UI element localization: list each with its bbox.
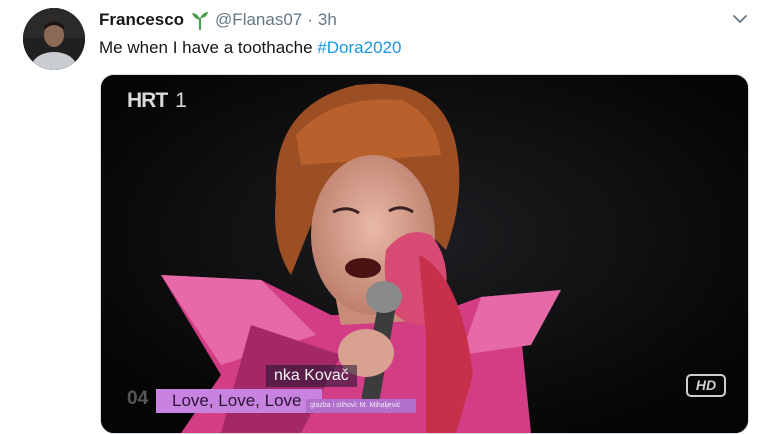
tweet-header: Francesco @Flanas07 · 3h — [99, 9, 337, 31]
avatar[interactable] — [23, 8, 85, 70]
channel-number: 1 — [175, 89, 187, 112]
tweet-card[interactable]: Francesco @Flanas07 · 3h Me when I have … — [0, 0, 765, 434]
user-handle[interactable]: @Flanas07 — [215, 10, 302, 30]
hashtag-link[interactable]: #Dora2020 — [317, 38, 401, 57]
tweet-media-image[interactable]: HRT 1 nka Kovač 04 Love, Love, Love glazb… — [100, 74, 749, 434]
channel-logo: HRT 1 — [127, 89, 187, 113]
separator-dot: · — [307, 10, 313, 29]
tweet-body: Me when I have a toothache — [99, 38, 313, 57]
display-name[interactable]: Francesco — [99, 10, 184, 30]
performer-name-caption: nka Kovač — [266, 365, 357, 387]
tweet-text: Me when I have a toothache #Dora2020 — [99, 38, 401, 58]
chevron-down-icon[interactable] — [730, 9, 750, 29]
sprout-icon — [190, 10, 210, 31]
performer-photo — [101, 75, 748, 433]
song-title-caption: Love, Love, Love — [156, 389, 322, 413]
hd-badge: HD — [686, 374, 726, 397]
channel-logo-text: HRT — [127, 89, 168, 112]
timestamp[interactable]: 3h — [318, 10, 337, 30]
credits-caption: glazba i stihovi: M. Mihaljević — [306, 399, 416, 413]
entry-number: 04 — [127, 388, 149, 409]
